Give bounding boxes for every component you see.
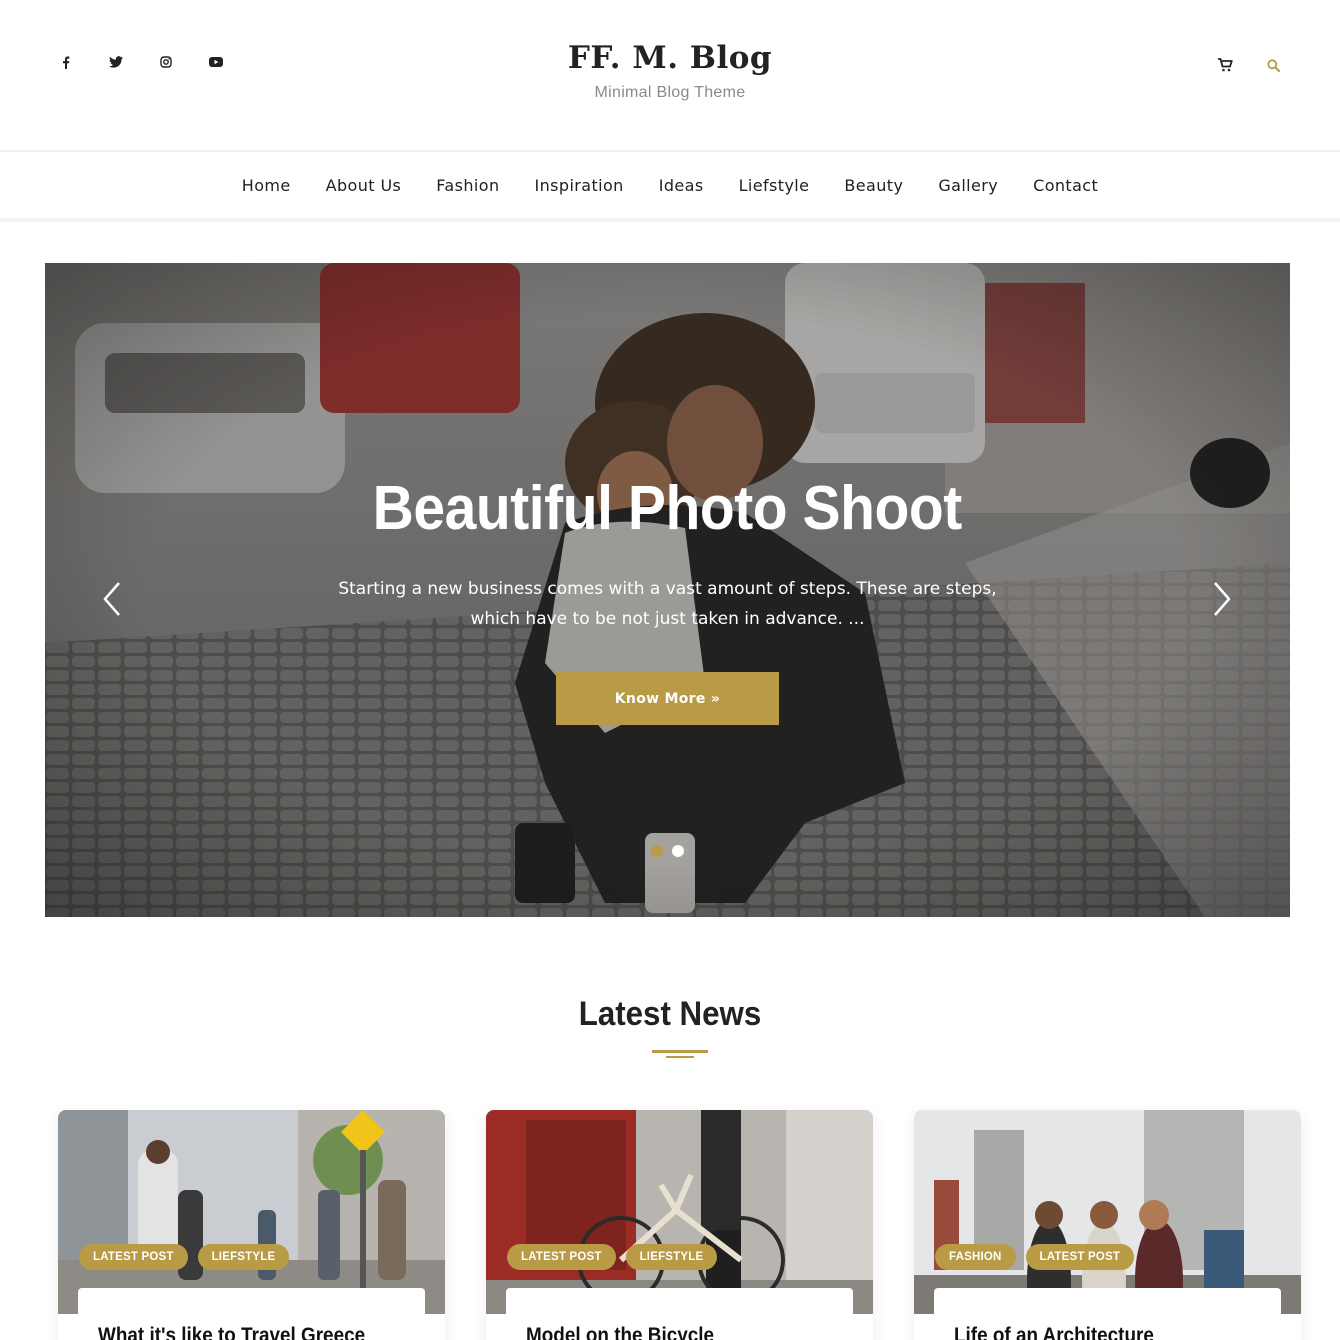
post-badges: LATEST POST LIEFSTYLE xyxy=(507,1244,718,1270)
main-navigation: Home About Us Fashion Inspiration Ideas … xyxy=(0,150,1340,222)
latest-news-heading: Latest News xyxy=(578,995,762,1033)
nav-item-liefstyle[interactable]: Liefstyle xyxy=(739,176,810,195)
category-badge[interactable]: LATEST POST xyxy=(79,1244,188,1270)
post-body: Life of an Architecture xyxy=(934,1288,1281,1340)
post-card[interactable]: FASHION LATEST POST Life of an Architect… xyxy=(914,1110,1301,1340)
category-badge[interactable]: FASHION xyxy=(935,1244,1016,1270)
category-badge[interactable]: LATEST POST xyxy=(507,1244,616,1270)
slider-dot-1[interactable] xyxy=(651,845,663,857)
slider-pagination xyxy=(45,845,1290,857)
nav-item-fashion[interactable]: Fashion xyxy=(436,176,499,195)
post-title[interactable]: What it's like to Travel Greece xyxy=(98,1324,365,1340)
nav-item-inspiration[interactable]: Inspiration xyxy=(535,176,624,195)
post-title[interactable]: Model on the Bicycle xyxy=(526,1324,714,1340)
site-brand: FF. M. Blog Minimal Blog Theme xyxy=(0,40,1340,102)
nav-item-ideas[interactable]: Ideas xyxy=(659,176,704,195)
slider-prev-arrow-icon[interactable] xyxy=(97,579,127,619)
slide-title: Beautiful Photo Shoot xyxy=(372,474,963,543)
post-title[interactable]: Life of an Architecture xyxy=(954,1324,1154,1340)
nav-item-beauty[interactable]: Beauty xyxy=(844,176,903,195)
site-tagline: Minimal Blog Theme xyxy=(594,84,746,101)
category-badge[interactable]: LATEST POST xyxy=(1025,1244,1135,1270)
slide-description: Starting a new business comes with a vas… xyxy=(338,579,997,629)
know-more-button[interactable]: Know More » xyxy=(556,672,779,725)
category-badge[interactable]: LIEFSTYLE xyxy=(625,1244,718,1270)
search-icon[interactable] xyxy=(1262,54,1284,76)
post-thumbnail-image[interactable] xyxy=(58,1110,445,1314)
post-badges: FASHION LATEST POST xyxy=(935,1244,1135,1270)
post-card[interactable]: LATEST POST LIEFSTYLE Model on the Bicyc… xyxy=(486,1110,873,1340)
site-header: FF. M. Blog Minimal Blog Theme xyxy=(0,0,1340,150)
post-thumbnail-image[interactable] xyxy=(486,1110,873,1314)
post-body: Model on the Bicycle xyxy=(506,1288,853,1340)
heading-divider xyxy=(652,1050,708,1058)
header-actions xyxy=(1214,54,1284,76)
nav-item-about-us[interactable]: About Us xyxy=(326,176,402,195)
slide-content: Beautiful Photo Shoot Starting a new bus… xyxy=(45,473,1290,725)
post-card[interactable]: LATEST POST LIEFSTYLE What it's like to … xyxy=(58,1110,445,1340)
post-badges: LATEST POST LIEFSTYLE xyxy=(79,1244,290,1270)
slider-dot-2[interactable] xyxy=(672,845,684,857)
nav-item-contact[interactable]: Contact xyxy=(1033,176,1098,195)
post-body: What it's like to Travel Greece xyxy=(78,1288,425,1340)
category-badge[interactable]: LIEFSTYLE xyxy=(197,1244,290,1270)
slider-next-arrow-icon[interactable] xyxy=(1207,579,1237,619)
nav-item-home[interactable]: Home xyxy=(242,176,291,195)
post-thumbnail-image[interactable] xyxy=(914,1110,1301,1314)
cart-icon[interactable] xyxy=(1214,54,1236,76)
site-title[interactable]: FF. M. Blog xyxy=(0,40,1340,76)
post-cards: LATEST POST LIEFSTYLE What it's like to … xyxy=(58,1110,1301,1340)
nav-item-gallery[interactable]: Gallery xyxy=(938,176,998,195)
hero-slider: Beautiful Photo Shoot Starting a new bus… xyxy=(45,263,1290,917)
